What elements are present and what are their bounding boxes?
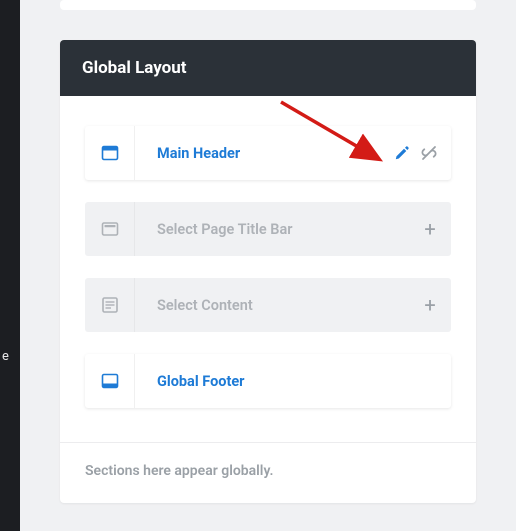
row-label: Global Footer — [135, 373, 381, 390]
app-sidebar-strip: e — [0, 0, 20, 531]
row-icon-cell — [85, 354, 135, 408]
row-label: Select Content — [135, 297, 409, 314]
card-footer-note: Sections here appear globally. — [60, 442, 476, 503]
layout-footer-icon — [101, 372, 119, 390]
layout-row-global-footer[interactable]: Global Footer — [85, 354, 451, 408]
sidebar-partial-text: e — [2, 350, 9, 363]
row-label: Main Header — [135, 145, 381, 162]
card-title: Global Layout — [60, 40, 476, 96]
row-icon-cell — [85, 126, 135, 180]
row-icon-cell — [85, 202, 135, 256]
content-icon — [101, 296, 119, 314]
page-area: Global Layout Main Header — [20, 0, 516, 531]
previous-card-sliver — [60, 0, 476, 10]
layout-row-page-title-bar[interactable]: Select Page Title Bar + — [85, 202, 451, 256]
row-actions — [381, 144, 451, 162]
layout-header-icon — [101, 144, 119, 162]
layout-row-content[interactable]: Select Content + — [85, 278, 451, 332]
row-icon-cell — [85, 278, 135, 332]
row-label: Select Page Title Bar — [135, 221, 409, 238]
unlink-icon[interactable] — [420, 144, 438, 162]
global-layout-card: Global Layout Main Header — [60, 40, 476, 503]
add-button[interactable]: + — [409, 293, 451, 317]
pencil-icon[interactable] — [394, 145, 410, 161]
add-button[interactable]: + — [409, 217, 451, 241]
card-body: Main Header — [60, 96, 476, 442]
title-bar-icon — [101, 220, 119, 238]
layout-row-main-header[interactable]: Main Header — [85, 126, 451, 180]
